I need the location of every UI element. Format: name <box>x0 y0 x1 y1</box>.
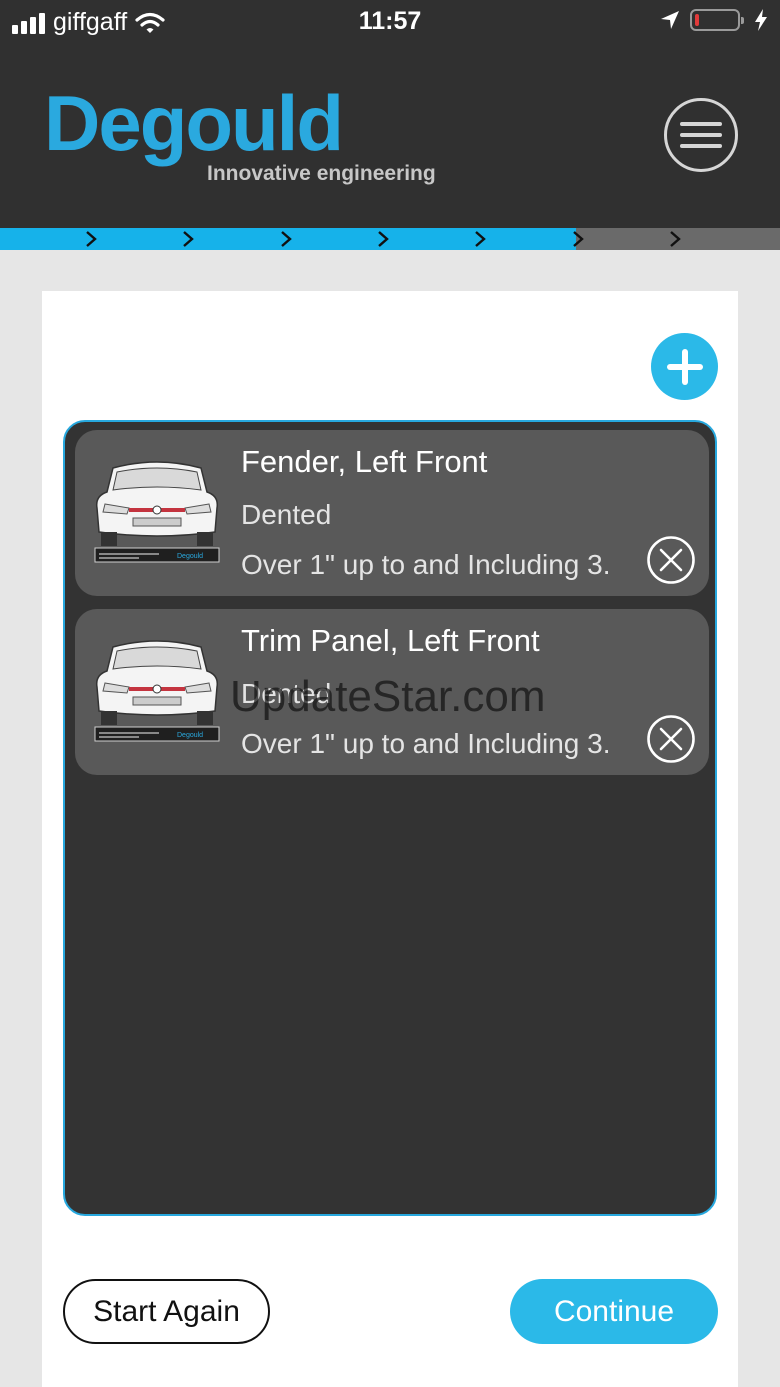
step-chevron-icon <box>378 231 389 247</box>
step-chevron-icon <box>573 231 584 247</box>
add-damage-button[interactable] <box>651 333 718 400</box>
continue-button[interactable]: Continue <box>510 1279 718 1344</box>
plus-icon <box>666 348 703 385</box>
charging-bolt-icon <box>755 9 767 31</box>
status-right <box>660 9 768 31</box>
damage-item-description: Over 1" up to and Including 3. <box>241 549 611 580</box>
step-chevron-icon <box>183 231 194 247</box>
step-chevron-icon <box>281 231 292 247</box>
step-progress-bar <box>0 228 780 250</box>
step-chevron-icon <box>670 231 681 247</box>
damage-list: Degould Fender, Left Front Dented Over 1… <box>63 420 717 1216</box>
brand-logo: Degould <box>44 79 344 167</box>
damage-item-title: Fender, Left Front <box>241 444 488 479</box>
battery-low-icon <box>690 9 744 31</box>
app-header: Degould Innovative engineering <box>0 44 780 228</box>
thumbnail-brand: Degould <box>177 553 203 560</box>
brand-tagline: Innovative engineering <box>207 162 436 185</box>
location-arrow-icon <box>661 11 679 29</box>
menu-button[interactable] <box>664 98 738 172</box>
damage-list-item[interactable]: Degould Fender, Left Front Dented Over 1… <box>75 430 709 596</box>
step-chevron-icon <box>86 231 97 247</box>
step-chevron-icon <box>475 231 486 247</box>
close-circle-icon[interactable] <box>646 535 696 585</box>
damage-item-title: Trim Panel, Left Front <box>241 623 540 658</box>
watermark: UpdateStar.com <box>230 672 546 721</box>
thumbnail-brand: Degould <box>177 732 203 739</box>
main-card: Degould Fender, Left Front Dented Over 1… <box>42 291 738 1387</box>
car-front-icon: Degould <box>94 640 220 742</box>
status-bar: giffgaff 11:57 <box>0 0 780 44</box>
start-again-button[interactable]: Start Again <box>63 1279 270 1344</box>
damage-item-description: Over 1" up to and Including 3. <box>241 728 611 759</box>
hamburger-menu-icon <box>680 122 722 148</box>
car-front-icon: Degould <box>94 461 220 563</box>
close-circle-icon[interactable] <box>646 714 696 764</box>
damage-item-status: Dented <box>241 499 332 530</box>
